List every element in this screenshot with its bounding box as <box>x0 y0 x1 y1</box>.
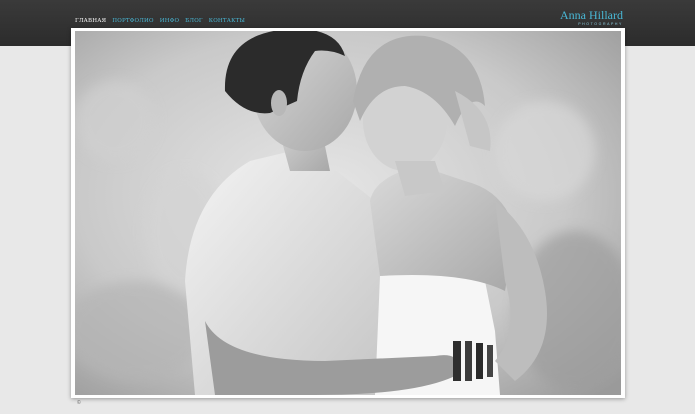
logo-name: Anna Hillard <box>560 8 623 22</box>
featured-photo <box>75 31 621 395</box>
nav-item-info[interactable]: ИНФО <box>160 18 179 24</box>
copyright-text: © <box>77 400 81 406</box>
nav-item-home[interactable]: ГЛАВНАЯ <box>75 18 106 24</box>
site-logo[interactable]: Anna Hillard PHOTOGRAPHY <box>560 9 623 26</box>
nav-item-portfolio[interactable]: ПОРТФОЛИО <box>112 18 153 24</box>
logo-subtitle: PHOTOGRAPHY <box>578 22 623 26</box>
nav-item-contacts[interactable]: КОНТАКТЫ <box>209 18 245 24</box>
main-nav: ГЛАВНАЯ ПОРТФОЛИО ИНФО БЛОГ КОНТАКТЫ <box>75 18 251 24</box>
featured-photo-frame <box>71 28 625 398</box>
nav-item-blog[interactable]: БЛОГ <box>185 18 203 24</box>
couple-photo-illustration <box>75 31 621 395</box>
